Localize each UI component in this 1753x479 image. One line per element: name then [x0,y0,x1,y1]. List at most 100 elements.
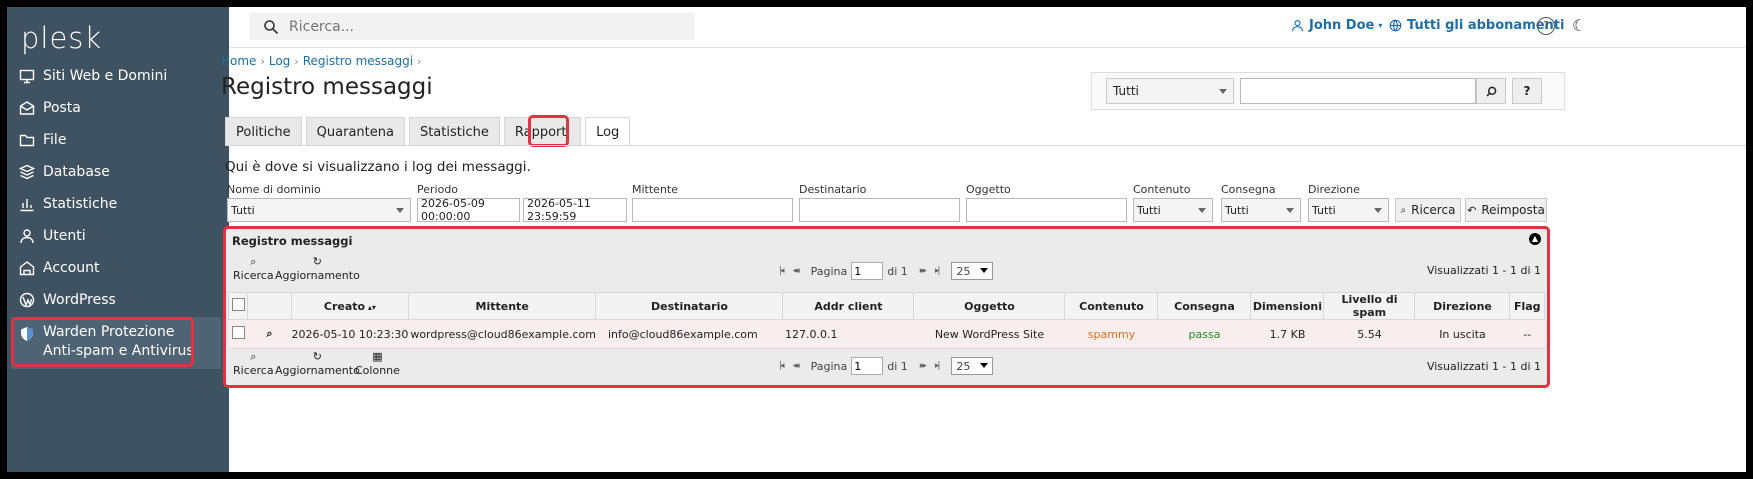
sender-input[interactable] [632,198,793,222]
first-page-icon[interactable]: |◂ [779,266,784,276]
top-search-button[interactable] [1476,78,1506,104]
sidebar-item-database[interactable]: Database [19,157,110,187]
column-content[interactable]: Contenuto [1064,292,1159,320]
column-delivery[interactable]: Consegna [1157,292,1252,320]
actions-header [247,292,292,320]
column-subject[interactable]: Oggetto [913,292,1066,320]
search-icon: ⌕ [1400,204,1407,216]
select-all-checkbox[interactable] [231,298,245,311]
column-created[interactable]: Creato ▴▾ [291,292,409,320]
per-page-select[interactable]: 25 [951,357,994,375]
breadcrumb: Home › Log › Registro messaggi › [221,54,426,68]
grid-columns-tool[interactable]: ▦ Colonne [355,350,400,377]
cell-recipient: info@cloud86example.com [595,319,783,349]
refresh-icon: ↻ [312,350,323,363]
user-menu[interactable]: John Doe ▾ [1291,18,1382,33]
tab-reports[interactable]: Rapporti [503,117,582,146]
column-direction[interactable]: Direzione [1414,292,1511,320]
sidebar-item-files[interactable]: File [19,125,66,155]
next-page-icon[interactable]: ▸▸ [920,361,927,371]
page-input[interactable] [851,357,884,375]
search-icon: ⌕ [250,350,257,363]
cell-size: 1.7 KB [1250,319,1324,349]
tool-label: Aggiornamento [275,269,360,282]
delivery-label: Consegna [1221,183,1276,196]
column-spam-level[interactable]: Livello di spam [1323,292,1416,320]
prev-page-icon[interactable]: ◂◂ [793,266,800,276]
intro-text: Qui è dove si visualizzano i log dei mes… [225,159,531,175]
first-page-icon[interactable]: |◂ [779,361,784,371]
per-page-select[interactable]: 25 [951,262,994,280]
tab-bar: Politiche Quarantena Statistiche Rapport… [225,117,634,146]
global-search [249,13,695,40]
chart-icon [20,199,34,212]
top-filter-select[interactable]: Tutti [1106,78,1234,104]
sidebar-item-account[interactable]: Account [19,253,100,283]
tab-log[interactable]: Log [585,117,631,146]
grid-refresh-tool[interactable]: ↻ Aggiornamento [275,255,360,282]
page-input[interactable] [851,262,884,280]
column-flag[interactable]: Flag [1509,292,1545,320]
top-search-panel: Tutti ? [1091,72,1565,110]
content-select[interactable]: Tutti [1133,198,1213,222]
top-filter-input[interactable] [1240,78,1476,104]
direction-select[interactable]: Tutti [1308,198,1389,222]
sidebar-item-warden[interactable]: Warden Protezione Anti-spam e Antivirus [19,323,209,361]
filter-search-button[interactable]: ⌕ Ricerca [1395,198,1461,222]
magnify-icon[interactable]: ⌕ [266,327,272,340]
row-details-cell: ⌕ [247,319,292,349]
last-page-icon[interactable]: ▸| [935,361,940,371]
period-from-input[interactable]: 2026-05-09 00:00:00 [417,197,520,223]
domain-select[interactable]: Tutti [227,198,411,222]
filter-reset-button[interactable]: ↶ Reimposta [1465,198,1547,222]
column-recipient[interactable]: Destinatario [595,292,784,320]
breadcrumb-log[interactable]: Log [269,54,290,68]
search-icon [264,19,279,34]
grid-search-tool-bottom[interactable]: ⌕ Ricerca [233,350,274,377]
filter-search-label: Ricerca [1411,203,1456,217]
theme-toggle-icon[interactable]: ☾ [1572,16,1586,35]
sidebar-item-label: Statistiche [43,196,118,212]
sidebar-item-statistics[interactable]: Statistiche [19,189,117,219]
user-icon [20,229,34,244]
recipient-input[interactable] [799,198,960,222]
tab-policies[interactable]: Politiche [225,117,302,146]
globe-icon [1389,19,1402,32]
top-help-button[interactable]: ? [1512,78,1542,104]
plesk-logo[interactable]: plesk [21,21,102,55]
sidebar-item-mail[interactable]: Posta [19,93,81,123]
cell-delivery: passa [1157,319,1251,349]
sidebar-item-websites[interactable]: Siti Web e Domini [19,61,167,91]
help-icon[interactable]: ? [1537,17,1555,35]
column-sender[interactable]: Mittente [407,292,597,320]
tab-quarantine[interactable]: Quarantena [305,117,405,146]
breadcrumb-message-log[interactable]: Registro messaggi [303,54,413,68]
subject-input[interactable] [966,198,1127,222]
delivery-select[interactable]: Tutti [1221,198,1301,222]
sidebar-item-wordpress[interactable]: WordPress [19,285,116,315]
next-page-icon[interactable]: ▸▸ [920,266,927,276]
grid-search-tool[interactable]: ⌕ Ricerca [233,255,274,282]
breadcrumb-home[interactable]: Home [221,54,256,68]
user-name: John Doe [1309,18,1375,33]
top-bar: John Doe ▾ Tutti gli abbonamenti ? ☾ [229,7,1746,48]
grid-refresh-tool-bottom[interactable]: ↻ Aggiornamento [275,350,360,377]
tool-label: Colonne [355,364,400,377]
collapse-icon[interactable]: ▲ [1529,233,1541,245]
cell-created: 2026-05-10 10:23:30 [291,319,409,349]
column-client-address[interactable]: Addr client [782,292,915,320]
last-page-icon[interactable]: ▸| [935,266,940,276]
sidebar-item-label: WordPress [43,292,116,308]
tab-statistics[interactable]: Statistiche [408,117,500,146]
period-to-input[interactable]: 2026-05-11 23:59:59 [523,197,627,223]
sidebar-item-users[interactable]: Utenti [19,221,86,251]
prev-page-icon[interactable]: ◂◂ [793,361,800,371]
refresh-icon: ↻ [312,255,323,268]
row-checkbox[interactable] [231,326,245,339]
sidebar-item-label: File [43,132,67,148]
sidebar-item-label: Warden Protezione Anti-spam e Antivirus [43,324,194,359]
table-row[interactable]: ⌕ 2026-05-10 10:23:30 wordpress@cloud86e… [228,319,1545,349]
page-of-label: di 1 [887,359,908,373]
global-search-input[interactable] [287,17,671,36]
column-size[interactable]: Dimensioni [1250,292,1325,320]
